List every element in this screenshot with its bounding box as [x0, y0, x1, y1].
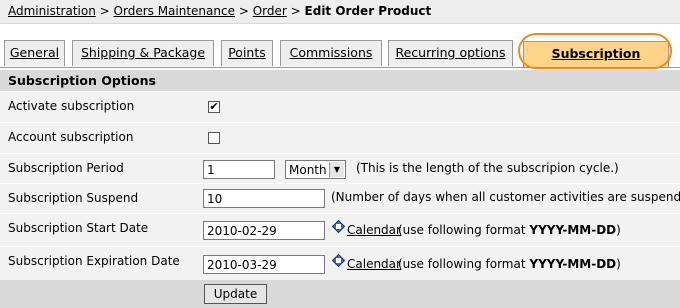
- breadcrumb-separator: >: [290, 4, 301, 18]
- subscription-panel: Subscription Options Activate subscripti…: [0, 70, 680, 308]
- breadcrumb-separator: >: [238, 4, 249, 18]
- start-date-format-note: (use following format YYYY-MM-DD): [398, 223, 621, 237]
- activate-subscription-label: Activate subscription: [8, 99, 135, 113]
- tab-general[interactable]: General: [4, 40, 65, 66]
- period-unit-value: Month: [289, 163, 327, 177]
- expiration-date-format-note: (use following format YYYY-MM-DD): [398, 257, 621, 271]
- activate-subscription-row: Activate subscription ✔: [0, 91, 680, 122]
- format-note-prefix: (use following format: [398, 257, 526, 271]
- expiration-calendar-link[interactable]: Calendar: [347, 257, 401, 271]
- tab-commissions[interactable]: Commissions: [280, 40, 382, 66]
- subscription-period-input[interactable]: [203, 160, 275, 179]
- format-pattern: YYYY-MM-DD: [529, 223, 617, 237]
- subscription-start-date-label: Subscription Start Date: [8, 221, 149, 235]
- breadcrumb-order-link[interactable]: Order: [253, 4, 287, 18]
- suspend-note: (Number of days when all customer activi…: [331, 190, 680, 204]
- subscription-expiration-date-label: Subscription Expiration Date: [8, 254, 180, 268]
- subscription-period-label: Subscription Period: [8, 161, 124, 175]
- page-title: Edit Order Product: [304, 4, 432, 18]
- subscription-suspend-row: Subscription Suspend (Number of days whe…: [0, 183, 680, 213]
- tab-label: General: [9, 45, 60, 60]
- activate-subscription-checkbox[interactable]: ✔: [208, 101, 220, 113]
- format-note-prefix: (use following format: [398, 223, 526, 237]
- section-title: Subscription Options: [0, 70, 680, 91]
- tab-label: Commissions: [289, 45, 373, 60]
- subscription-expiration-date-row: Subscription Expiration Date Calendar (u…: [0, 246, 680, 280]
- tab-label: Points: [228, 45, 266, 60]
- chevron-down-icon[interactable]: ▼: [329, 162, 344, 177]
- format-pattern: YYYY-MM-DD: [529, 257, 617, 271]
- format-note-suffix: ): [616, 223, 621, 237]
- format-note-suffix: ): [616, 257, 621, 271]
- start-date-input[interactable]: [203, 221, 325, 240]
- button-row: Update: [0, 280, 680, 308]
- breadcrumb-orders-maintenance-link[interactable]: Orders Maintenance: [114, 4, 235, 18]
- subscription-period-row: Subscription Period Month ▼ (This is the…: [0, 153, 680, 183]
- tab-label: Shipping & Package: [80, 45, 206, 60]
- highlight-ring: [518, 33, 672, 69]
- update-button[interactable]: Update: [204, 284, 267, 304]
- subscription-start-date-row: Subscription Start Date Calendar (use fo…: [0, 213, 680, 246]
- account-subscription-row: Account subscription: [0, 122, 680, 153]
- period-note: (This is the length of the subscripion c…: [356, 161, 619, 175]
- subscription-suspend-input[interactable]: [203, 189, 325, 208]
- account-subscription-checkbox[interactable]: [208, 132, 220, 144]
- checkmark-icon: ✔: [209, 100, 219, 113]
- expiration-date-input[interactable]: [203, 255, 325, 274]
- account-subscription-label: Account subscription: [8, 130, 134, 144]
- breadcrumb-separator: >: [99, 4, 110, 18]
- tab-recurring-options[interactable]: Recurring options: [388, 40, 513, 66]
- calendar-icon[interactable]: [332, 254, 345, 267]
- period-unit-select[interactable]: Month ▼: [285, 160, 346, 179]
- tab-points[interactable]: Points: [221, 40, 273, 66]
- breadcrumb: Administration > Orders Maintenance > Or…: [0, 0, 680, 24]
- breadcrumb-administration-link[interactable]: Administration: [8, 4, 96, 18]
- tab-shipping-package[interactable]: Shipping & Package: [72, 40, 214, 66]
- subscription-suspend-label: Subscription Suspend: [8, 191, 139, 205]
- calendar-icon[interactable]: [332, 220, 345, 233]
- tab-label: Recurring options: [395, 45, 506, 60]
- start-calendar-link[interactable]: Calendar: [347, 223, 401, 237]
